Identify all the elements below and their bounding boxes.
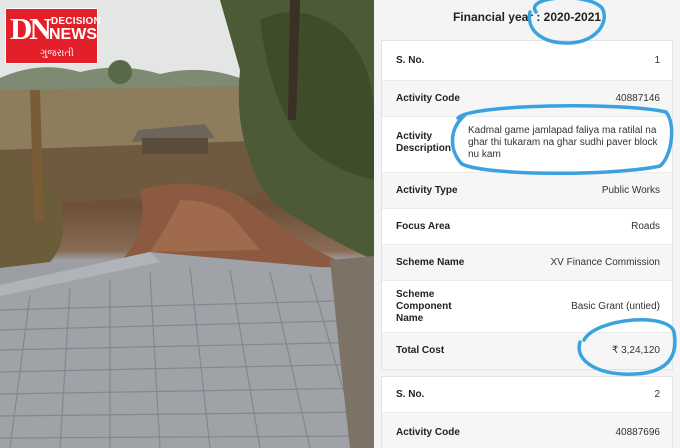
scheme-component-name-label: Scheme Component Name (396, 289, 452, 324)
activity-type-label: Activity Type (396, 185, 458, 196)
logo-monogram: DN (10, 11, 52, 46)
logo-line-news: NEWS (49, 26, 97, 43)
row-scheme-component-name: Scheme Component Name Basic Grant (untie… (382, 281, 672, 333)
focus-area-label: Focus Area (396, 221, 451, 232)
row-activity-code-2: Activity Code 40887696 (382, 413, 672, 448)
activity-card-1: S. No. 1 Activity Code 40887146 Activity… (381, 40, 673, 370)
row-activity-code: Activity Code 40887146 (382, 81, 672, 117)
total-cost-label: Total Cost (396, 345, 445, 356)
scheme-component-name-value: Basic Grant (untied) (571, 301, 660, 312)
row-s-no: S. No. 1 (382, 41, 672, 81)
activity-code-label: Activity Code (396, 93, 460, 104)
scheme-name-label: Scheme Name (396, 257, 465, 268)
s-no-label-2: S. No. (396, 389, 425, 400)
activity-type-value: Public Works (601, 185, 660, 196)
activity-code-value: 40887146 (615, 93, 661, 104)
s-no-value-2: 2 (654, 389, 660, 400)
activity-code-label-2: Activity Code (396, 427, 460, 438)
row-activity-type: Activity Type Public Works (382, 173, 672, 209)
row-s-no-2: S. No. 2 (382, 377, 672, 413)
activity-card-2: S. No. 2 Activity Code 40887696 (381, 376, 673, 448)
activity-description-label: Activity Description (396, 131, 452, 154)
news-photo: DN DECISION NEWS ગુજરાતી (0, 0, 374, 448)
activity-code-value-2: 40887696 (615, 427, 661, 438)
activity-description-value: Kadmal game jamlapad faliya ma ratilal n… (468, 125, 658, 160)
row-activity-description: Activity Description Kadmal game jamlapa… (382, 117, 672, 173)
total-cost-value: ₹ 3,24,120 (611, 345, 660, 356)
row-scheme-name: Scheme Name XV Finance Commission (382, 245, 672, 281)
decision-news-logo: DN DECISION NEWS ગુજરાતી (5, 8, 101, 64)
scheme-name-value: XV Finance Commission (550, 257, 660, 268)
row-total-cost: Total Cost ₹ 3,24,120 (382, 333, 672, 369)
financial-year-heading: Financial year : 2020-2021 (452, 10, 602, 24)
s-no-value: 1 (654, 55, 660, 66)
row-focus-area: Focus Area Roads (382, 209, 672, 245)
photo-scene (0, 0, 374, 448)
activity-details-panel: Financial year : 2020-2021 S. No. 1 Acti… (374, 0, 680, 448)
s-no-label: S. No. (396, 55, 425, 66)
logo-line-gujarati: ગુજરાતી (40, 48, 74, 59)
focus-area-value: Roads (631, 221, 660, 232)
